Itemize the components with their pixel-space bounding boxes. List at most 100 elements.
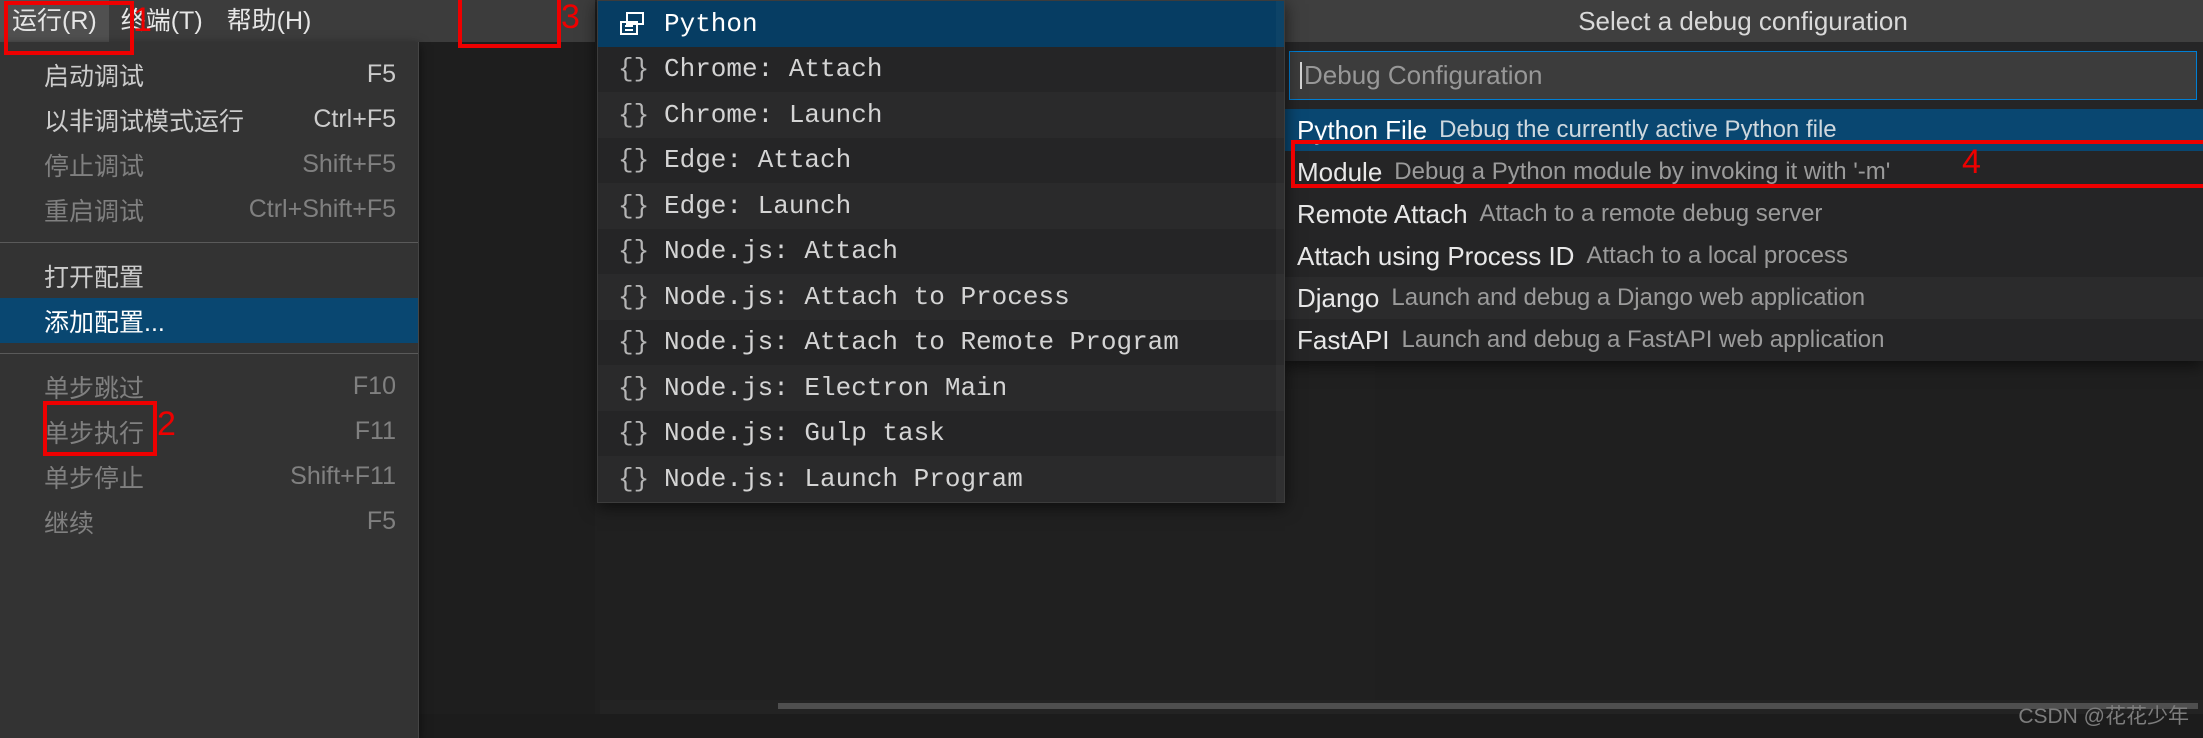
run-menu-continue: 继续 F5	[0, 499, 418, 544]
config-picker-label: Chrome: Launch	[664, 99, 883, 130]
config-picker-label: Node.js: Attach	[664, 236, 899, 267]
debug-picker-item-label: Remote Attach	[1297, 198, 1468, 229]
annotation-number-3: 3	[561, 0, 580, 36]
debug-picker-fastapi[interactable]: FastAPI Launch and debug a FastAPI web a…	[1283, 319, 2203, 361]
config-picker-label: Edge: Launch	[664, 190, 852, 221]
menu-item-label: 停止调试	[44, 152, 145, 181]
config-picker-scrollbar[interactable]	[1276, 1, 1284, 502]
run-menu-add-configuration[interactable]: 添加配置...	[0, 298, 418, 343]
menu-item-shortcut: F10	[352, 372, 396, 400]
config-picker-edge-attach[interactable]: {} Edge: Attach	[598, 137, 1284, 183]
config-type-picker: Python {} Chrome: Attach {} Chrome: Laun…	[597, 0, 1285, 503]
menu-item-shortcut: F11	[354, 417, 396, 445]
config-picker-python[interactable]: Python	[598, 1, 1284, 47]
config-picker-label: Chrome: Attach	[664, 54, 883, 85]
debug-picker-module[interactable]: Module Debug a Python module by invoking…	[1283, 151, 2203, 193]
config-picker-nodejs-attach-to-process[interactable]: {} Node.js: Attach to Process	[598, 274, 1284, 320]
run-menu-stop-debugging: 停止调试 Shift+F5	[0, 142, 418, 187]
config-picker-label: Node.js: Attach to Process	[664, 281, 1070, 312]
horizontal-scrollbar-thumb[interactable]	[778, 703, 2198, 709]
menu-item-shortcut: Shift+F11	[290, 462, 396, 490]
config-picker-label: Node.js: Gulp task	[664, 418, 945, 449]
config-picker-chrome-launch[interactable]: {} Chrome: Launch	[598, 92, 1284, 138]
menu-item-label: 启动调试	[44, 62, 145, 91]
run-menu-step-over: 单步跳过 F10	[0, 364, 418, 409]
config-picker-label: Python	[664, 8, 758, 39]
run-menu-step-into: 单步执行 F11	[0, 409, 418, 454]
braces-icon: {}	[618, 418, 650, 449]
debug-configuration-input-placeholder: Debug Configuration	[1304, 60, 1543, 90]
debug-configuration-picker: Select a debug configuration Debug Confi…	[1283, 0, 2203, 361]
menu-item-label: 打开配置	[44, 263, 145, 292]
annotation-number-1: 1	[133, 1, 152, 39]
annotation-number-2: 2	[157, 405, 176, 443]
watermark: CSDN @花花少年	[2018, 705, 2189, 728]
debug-picker-item-label: Attach using Process ID	[1297, 240, 1575, 271]
braces-icon: {}	[618, 281, 650, 312]
braces-icon: {}	[618, 463, 650, 494]
braces-icon: {}	[618, 236, 650, 267]
debug-picker-item-description: Debug the currently active Python file	[1439, 116, 1837, 143]
run-menu-open-configurations[interactable]: 打开配置	[0, 253, 418, 298]
menu-item-label: 单步执行	[44, 419, 145, 448]
debug-config-icon	[618, 9, 664, 39]
debug-configuration-input[interactable]: Debug Configuration	[1289, 51, 2197, 100]
menu-item-label: 以非调试模式运行	[44, 107, 245, 136]
run-menu-step-out: 单步停止 Shift+F11	[0, 454, 418, 499]
braces-icon: {}	[618, 190, 650, 221]
menubar-item-terminal[interactable]: 终端(T)	[109, 0, 215, 42]
debug-picker-item-description: Launch and debug a FastAPI web applicati…	[1401, 326, 1885, 353]
config-picker-edge-launch[interactable]: {} Edge: Launch	[598, 183, 1284, 229]
menubar-item-help[interactable]: 帮助(H)	[215, 0, 324, 42]
config-picker-nodejs-launch-program[interactable]: {} Node.js: Launch Program	[598, 456, 1284, 502]
braces-icon: {}	[618, 327, 650, 358]
config-picker-nodejs-attach-to-remote-program[interactable]: {} Node.js: Attach to Remote Program	[598, 319, 1284, 365]
menubar: 运行(R) 终端(T) 帮助(H)	[0, 0, 595, 42]
config-picker-nodejs-attach[interactable]: {} Node.js: Attach	[598, 228, 1284, 274]
config-picker-nodejs-electron-main[interactable]: {} Node.js: Electron Main	[598, 365, 1284, 411]
debug-picker-title: Select a debug configuration	[1283, 0, 2203, 42]
menu-item-shortcut: F5	[366, 507, 396, 535]
debug-picker-item-description: Attach to a remote debug server	[1479, 200, 1823, 227]
menu-item-shortcut: F5	[366, 60, 396, 88]
debug-picker-item-description: Launch and debug a Django web applicatio…	[1391, 284, 1866, 311]
debug-picker-item-label: Module	[1297, 156, 1383, 187]
menu-item-label: 单步跳过	[44, 374, 145, 403]
debug-picker-django[interactable]: Django Launch and debug a Django web app…	[1283, 277, 2203, 319]
run-menu-run-without-debugging[interactable]: 以非调试模式运行 Ctrl+F5	[0, 97, 418, 142]
menu-item-label: 重启调试	[44, 197, 145, 226]
menu-item-label: 单步停止	[44, 464, 145, 493]
config-picker-chrome-attach[interactable]: {} Chrome: Attach	[598, 46, 1284, 92]
config-picker-label: Node.js: Electron Main	[664, 372, 1008, 403]
menu-separator	[0, 353, 418, 354]
config-picker-label: Node.js: Launch Program	[664, 463, 1023, 494]
menu-item-label: 添加配置...	[44, 308, 165, 337]
menu-item-label: 继续	[44, 509, 95, 538]
debug-picker-remote-attach[interactable]: Remote Attach Attach to a remote debug s…	[1283, 193, 2203, 235]
menu-item-shortcut: Ctrl+Shift+F5	[248, 195, 396, 223]
config-picker-label: Edge: Attach	[664, 145, 852, 176]
run-menu-start-debugging[interactable]: 启动调试 F5	[0, 52, 418, 97]
config-picker-nodejs-gulp-task[interactable]: {} Node.js: Gulp task	[598, 410, 1284, 456]
braces-icon: {}	[618, 372, 650, 403]
menubar-item-run[interactable]: 运行(R)	[0, 0, 109, 42]
debug-picker-item-label: Django	[1297, 282, 1380, 313]
debug-picker-item-label: FastAPI	[1297, 324, 1390, 355]
run-menu-restart-debugging: 重启调试 Ctrl+Shift+F5	[0, 187, 418, 232]
debug-picker-item-description: Attach to a local process	[1586, 242, 1848, 269]
annotation-number-4: 4	[1962, 143, 1981, 181]
braces-icon: {}	[618, 54, 650, 85]
config-picker-label: Node.js: Attach to Remote Program	[664, 327, 1179, 358]
text-caret	[1300, 62, 1302, 89]
debug-picker-item-label: Python File	[1297, 114, 1428, 145]
menu-item-shortcut: Ctrl+F5	[313, 105, 396, 133]
braces-icon: {}	[618, 145, 650, 176]
menu-item-shortcut: Shift+F5	[302, 150, 396, 178]
menu-separator	[0, 242, 418, 243]
run-menu-dropdown: 启动调试 F5 以非调试模式运行 Ctrl+F5 停止调试 Shift+F5 重…	[0, 42, 419, 738]
braces-icon: {}	[618, 99, 650, 130]
debug-picker-input-wrapper: Debug Configuration	[1283, 42, 2203, 109]
debug-picker-item-description: Debug a Python module by invoking it wit…	[1394, 158, 1891, 185]
debug-picker-python-file[interactable]: Python File Debug the currently active P…	[1283, 109, 2203, 151]
debug-picker-attach-using-process-id[interactable]: Attach using Process ID Attach to a loca…	[1283, 235, 2203, 277]
